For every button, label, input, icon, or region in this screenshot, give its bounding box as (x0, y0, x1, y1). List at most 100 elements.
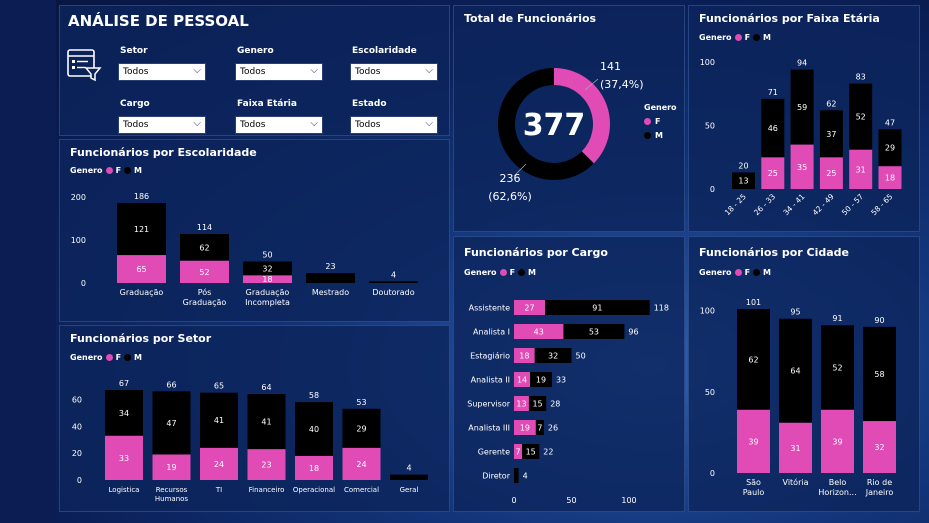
data-label-total: 67 (119, 379, 129, 388)
faixa-panel: Funcionários por Faixa Etária Genero F M… (688, 5, 920, 232)
data-label-f-pct: (37,4%) (600, 78, 644, 91)
y-tick-label: 0 (81, 279, 86, 288)
faixa-select[interactable]: Todos ⌵ (235, 116, 323, 134)
x-tick-label: 50 (566, 496, 576, 505)
data-label-total: 58 (309, 391, 319, 400)
x-tick-label: Doutorado (372, 288, 414, 297)
y-tick-label: 100 (71, 236, 86, 245)
data-label-f: 7 (515, 448, 520, 457)
setor-panel: Funcionários por Setor Genero F M 0 20 40 6… (59, 325, 450, 512)
data-label-f: 18 (519, 352, 529, 361)
data-label-total: 50 (576, 352, 586, 361)
x-tick-label: TI (215, 486, 222, 494)
y-tick-label: 20 (72, 449, 82, 458)
data-label-m: 64 (790, 367, 800, 376)
x-tick-label: Belo (829, 478, 847, 487)
data-label-m: 19 (536, 376, 546, 385)
data-label-f: 18 (262, 275, 272, 284)
chevron-down-icon: ⌵ (310, 65, 318, 76)
data-label-total: 90 (874, 316, 884, 325)
data-label-total: 23 (325, 262, 335, 271)
data-label-m: 121 (134, 225, 149, 234)
x-tick-label: 50 - 57 (840, 192, 865, 217)
estado-select[interactable]: Todos ⌵ (350, 116, 438, 134)
data-label-m: 40 (309, 425, 319, 434)
data-label-m: 32 (262, 264, 272, 273)
y-tick-label: Analista III (468, 424, 510, 433)
data-label-m-pct: (62,6%) (488, 190, 532, 203)
data-label-m: 46 (768, 124, 778, 133)
x-tick-label: 42 - 49 (811, 192, 836, 217)
data-label-total: 95 (790, 308, 800, 317)
data-label-total: 4 (391, 270, 396, 279)
y-tick-label: 40 (72, 422, 82, 431)
x-tick-label: Geral (400, 486, 419, 494)
bar-m (514, 468, 519, 483)
data-label-f: 65 (136, 265, 146, 274)
data-label-total: 96 (628, 328, 638, 337)
genero-select[interactable]: Todos ⌵ (235, 63, 323, 81)
x-tick-label: Incompleta (245, 298, 290, 307)
filter-label-cargo: Cargo (120, 99, 150, 109)
bar-m (390, 474, 428, 480)
faixa-chart: 0 50 100 13 20 18 - 25 25 46 71 26 - 33 35 59 94 34 -… (700, 58, 902, 217)
data-label-total: 91 (832, 314, 842, 323)
escolaridade-panel: Funcionários por Escolaridade Genero F M… (59, 139, 450, 322)
data-label-m: 13 (738, 177, 748, 186)
data-label-f: 14 (517, 376, 527, 385)
total-panel: Total de Funcionários Genero F M 377 141(… (453, 5, 685, 232)
bar-m (369, 281, 418, 283)
x-tick-label: São (746, 478, 761, 487)
data-label-m: 41 (261, 418, 271, 427)
cargo-select[interactable]: Todos ⌵ (118, 116, 206, 134)
data-label-f: 43 (534, 328, 544, 337)
data-label-f: 19 (166, 463, 176, 472)
filter-panel: ANÁLISE DE PESSOAL Setor Todos ⌵ Genero T… (59, 5, 450, 136)
cidade-panel: Funcionários por Cidade Genero F M 0 50 10… (688, 236, 920, 512)
setor-select-value: Todos (123, 67, 149, 77)
setor-select[interactable]: Todos ⌵ (118, 63, 206, 81)
chevron-down-icon: ⌵ (310, 118, 318, 129)
x-tick-label: 0 (511, 496, 516, 505)
data-label-f: 24 (356, 460, 366, 469)
x-tick-label: Janeiro (865, 488, 894, 497)
data-label-total: 28 (550, 400, 560, 409)
x-tick-label: Logistica (109, 486, 140, 494)
y-tick-label: Gerente (478, 448, 510, 457)
data-label-total: 186 (134, 192, 149, 201)
cargo-select-value: Todos (123, 120, 149, 130)
data-label-total: 62 (826, 99, 836, 108)
x-tick-label: Horizon... (818, 488, 856, 497)
data-label-f: 18 (885, 174, 895, 183)
y-tick-label: 100 (700, 307, 715, 316)
data-label-f: 27 (524, 304, 534, 313)
chevron-down-icon: ⌵ (425, 118, 433, 129)
data-label-total: 4 (406, 464, 411, 473)
data-label-total: 20 (738, 161, 748, 170)
data-label-f: 13 (516, 400, 526, 409)
data-label-m: 52 (832, 363, 842, 372)
escolaridade-select-value: Todos (355, 67, 381, 77)
data-label-m: 15 (526, 448, 536, 457)
data-label-f: 19 (520, 424, 530, 433)
data-label-total: 94 (797, 59, 807, 68)
page-title: ANÁLISE DE PESSOAL (68, 12, 249, 30)
chevron-down-icon: ⌵ (425, 65, 433, 76)
escolaridade-select[interactable]: Todos ⌵ (350, 63, 438, 81)
data-label-total: 64 (261, 383, 271, 392)
x-tick-label: Rio de (867, 478, 892, 487)
y-tick-label: Diretor (482, 472, 510, 481)
data-label-total: 71 (768, 88, 778, 97)
chevron-down-icon: ⌵ (193, 118, 201, 129)
y-tick-label: 60 (72, 395, 82, 404)
data-label-total: 53 (356, 398, 366, 407)
data-label-m: 41 (214, 416, 224, 425)
x-tick-label: Pós (198, 287, 212, 297)
data-label-total: 114 (197, 223, 212, 232)
center-total: 377 (523, 108, 586, 143)
x-tick-label: Graduação (120, 288, 164, 297)
data-label-m: 52 (856, 113, 866, 122)
x-tick-label: Humanos (155, 495, 189, 503)
data-label-m: 34 (119, 409, 129, 418)
filter-label-setor: Setor (120, 46, 148, 56)
